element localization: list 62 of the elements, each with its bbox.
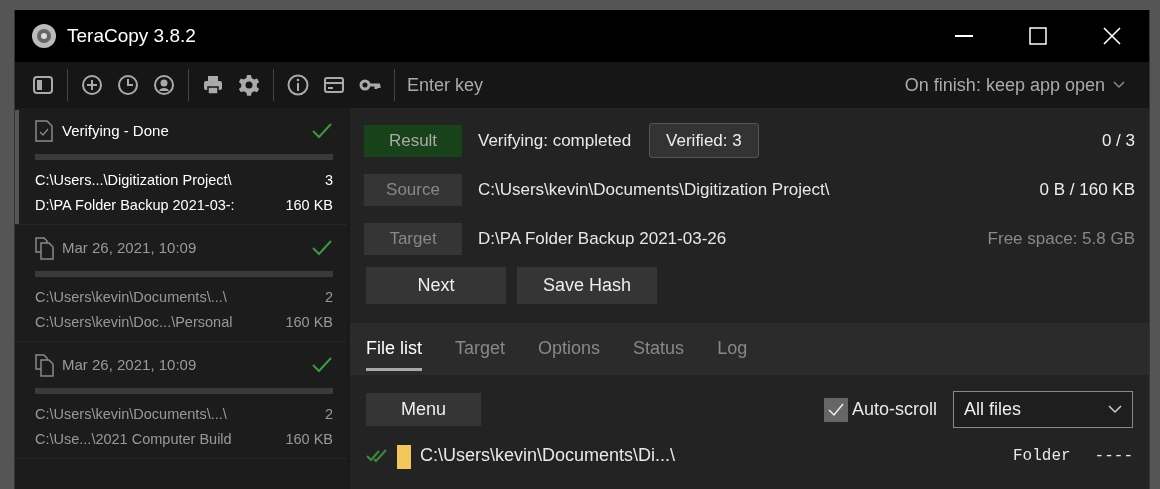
tab[interactable]: File list <box>366 327 422 371</box>
job-target: C:\Use...\2021 Computer Build <box>35 429 232 449</box>
summary-stat: 0 / 3 <box>1101 129 1135 152</box>
app-logo-icon <box>31 23 57 49</box>
checkbox-tick-icon <box>826 401 845 418</box>
next-button[interactable]: Next <box>366 267 506 304</box>
job-item[interactable]: Verifying - Done C:\Users...\Digitization Project\ 3 D:\PA Folder Backup 2021-03-: 160 KB <box>15 108 347 225</box>
chevron-down-icon <box>1108 405 1122 414</box>
verified-document-icon <box>35 119 54 143</box>
file-count: 2 <box>324 404 333 424</box>
maximize-icon <box>1029 27 1047 45</box>
tab[interactable]: Options <box>538 327 601 371</box>
job-title: Mar 26, 2021, 10:09 <box>62 354 197 375</box>
job-title: Mar 26, 2021, 10:09 <box>62 237 197 258</box>
key-field[interactable]: Enter key <box>407 71 484 99</box>
job-source: C:\Users\kevin\Documents\...\ <box>35 287 227 307</box>
tab[interactable]: Log <box>717 327 748 371</box>
job-target: D:\PA Folder Backup 2021-03-: <box>35 195 235 215</box>
filter-select[interactable]: All files <box>953 391 1133 428</box>
chevron-down-icon <box>1113 81 1125 89</box>
printer-icon[interactable] <box>201 73 225 97</box>
verified-badge: Verified: 3 <box>649 122 759 159</box>
clock-icon[interactable] <box>116 73 140 97</box>
file-count: 3 <box>324 170 333 190</box>
save-hash-button[interactable]: Save Hash <box>517 267 657 304</box>
summary-value: Verifying: completed <box>478 129 632 152</box>
auto-scroll-checkbox[interactable]: Auto-scroll <box>823 396 937 423</box>
settings-icon[interactable] <box>237 73 261 97</box>
job-size: 160 KB <box>285 195 333 215</box>
window-title: TeraCopy 3.8.2 <box>67 23 196 48</box>
file-path: C:\Users\kevin\Documents\Di...\ <box>420 444 676 467</box>
job-size: 160 KB <box>285 312 333 332</box>
job-source: C:\Users\kevin\Documents\...\ <box>35 404 227 424</box>
job-item[interactable]: Mar 26, 2021, 10:09 C:\Users\kevin\Documents\...\ 2 C:\Users\kevin\Doc...\Personal 160 KB <box>15 225 347 342</box>
file-count: 2 <box>324 287 333 307</box>
info-icon[interactable] <box>286 73 310 97</box>
close-icon <box>1103 27 1121 45</box>
minimize-icon <box>955 35 973 37</box>
file-size: ---- <box>1094 445 1133 467</box>
user-icon[interactable] <box>152 73 176 97</box>
folder-icon <box>396 442 414 469</box>
file-type: Folder <box>1013 445 1071 467</box>
status-label: Result <box>364 124 462 157</box>
job-target: C:\Users\kevin\Doc...\Personal <box>35 312 233 332</box>
summary-stat: Free space: 5.8 GB <box>987 227 1135 250</box>
tab[interactable]: Target <box>455 327 506 371</box>
summary-value: C:\Users\kevin\Documents\Digitization Project\ <box>478 178 830 201</box>
on-finish-dropdown[interactable]: On finish: keep app open <box>898 70 1131 100</box>
status-label: Target <box>364 222 462 255</box>
status-label: Source <box>364 173 462 206</box>
summary-stat: 0 B / 160 KB <box>1039 178 1135 201</box>
add-icon[interactable] <box>80 73 104 97</box>
job-size: 160 KB <box>285 429 333 449</box>
summary-value: D:\PA Folder Backup 2021-03-26 <box>478 227 727 250</box>
copy-icon <box>35 236 54 260</box>
copy-icon <box>35 353 54 377</box>
sidebar-toggle-icon[interactable] <box>31 73 55 97</box>
job-item[interactable]: Mar 26, 2021, 10:09 C:\Users\kevin\Documents\...\ 2 C:\Use...\2021 Computer Build 160 KB <box>15 342 347 459</box>
menu-button[interactable]: Menu <box>366 393 481 426</box>
job-title: Verifying - Done <box>62 120 169 141</box>
tab[interactable]: Status <box>633 327 685 371</box>
job-source: C:\Users...\Digitization Project\ <box>35 170 232 190</box>
